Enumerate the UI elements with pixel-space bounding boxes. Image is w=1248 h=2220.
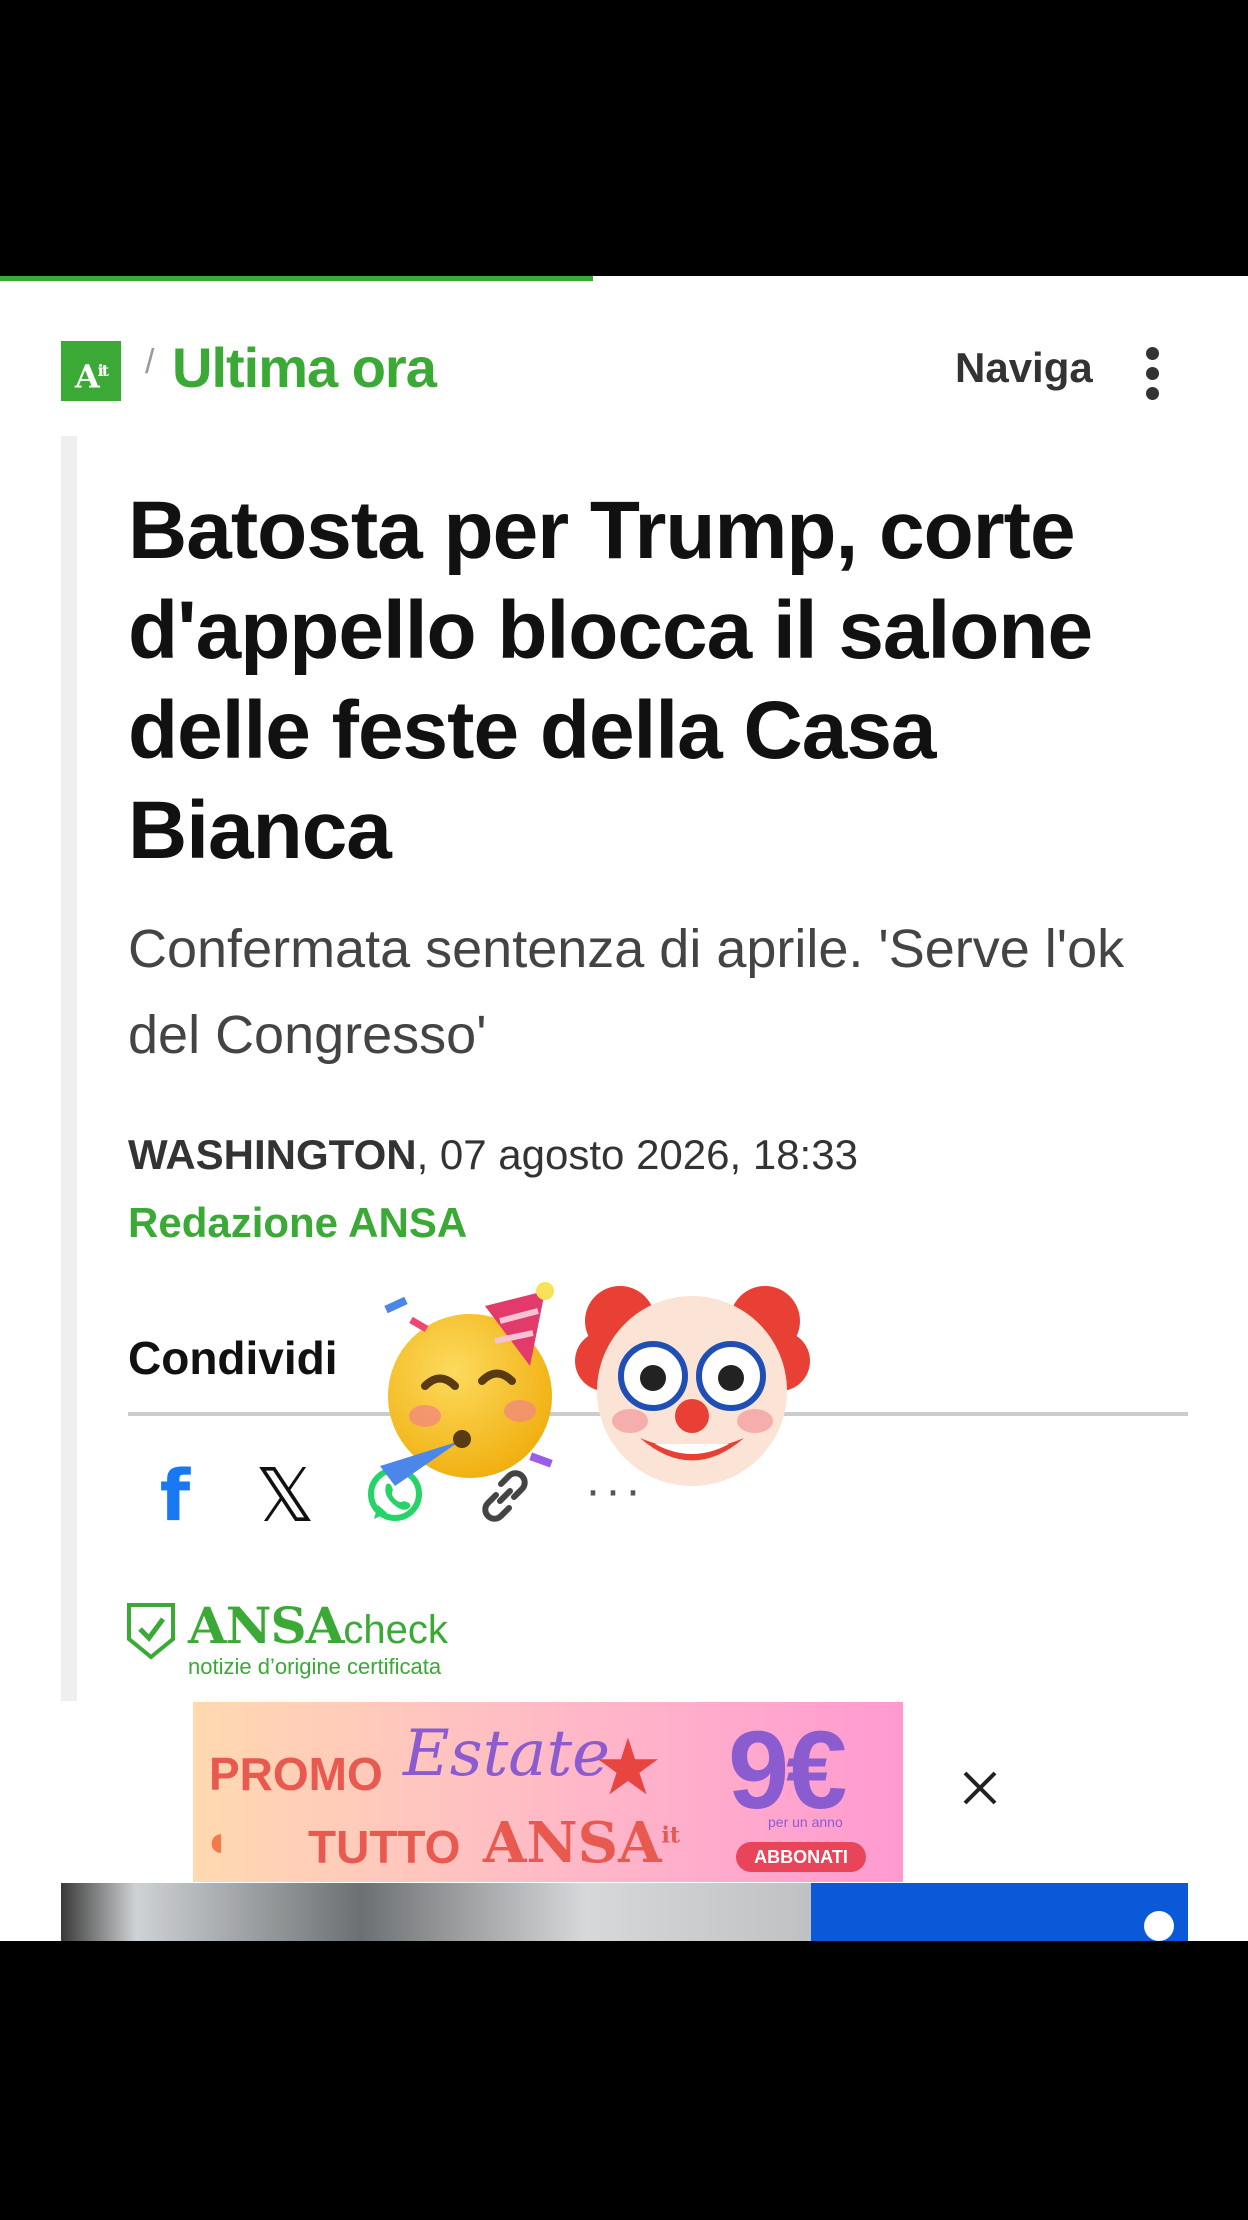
article-page: Ait / Ultima ora Naviga Batosta per Trum… [0,281,1248,1941]
article-location: WASHINGTON [128,1131,417,1178]
article-headline: Batosta per Trump, corte d'appello blocc… [128,485,1093,876]
close-icon[interactable] [955,1763,1005,1813]
more-options-icon[interactable] [1138,347,1168,400]
section-title[interactable]: Ultima ora [172,335,437,400]
x-twitter-icon[interactable]: 𝕏 [250,1459,320,1533]
naviga-button[interactable]: Naviga [955,344,1093,392]
facebook-icon[interactable]: f [140,1461,210,1531]
article-author[interactable]: Redazione ANSA [128,1199,467,1247]
starfish-icon: ★ [593,1723,663,1811]
breadcrumb-separator: / [145,343,155,381]
shield-check-icon [126,1601,176,1661]
article-photo[interactable] [61,1883,811,1941]
article-accent-bar [61,436,77,1701]
seashell-icon: ◖ [203,1817,230,1866]
article-photo-secondary[interactable] [811,1883,1188,1941]
clown-face-emoji-icon [575,1266,810,1501]
abbonati-button[interactable]: ABBONATI [736,1842,866,1872]
share-label: Condividi [128,1332,338,1384]
partying-face-emoji-icon [370,1281,580,1491]
ansa-logo[interactable]: Ait [61,341,121,401]
article-dateline: WASHINGTON, 07 agosto 2026, 18:33 [128,1131,858,1179]
article-subtitle: Confermata sentenza di aprile. 'Serve l'… [128,919,1125,1065]
navigation-area [0,1941,1248,2220]
promo-banner[interactable]: PROMO Estate ★ 9€ ◖ TUTTO ANSAit per un … [193,1702,903,1882]
status-area [0,0,1248,278]
ansa-check-badge[interactable]: ANSAcheck notizie d’origine certificata [188,1596,448,1679]
ansa-check-tagline: notizie d’origine certificata [188,1654,442,1679]
article-date: , 07 agosto 2026, 18:33 [416,1131,858,1178]
